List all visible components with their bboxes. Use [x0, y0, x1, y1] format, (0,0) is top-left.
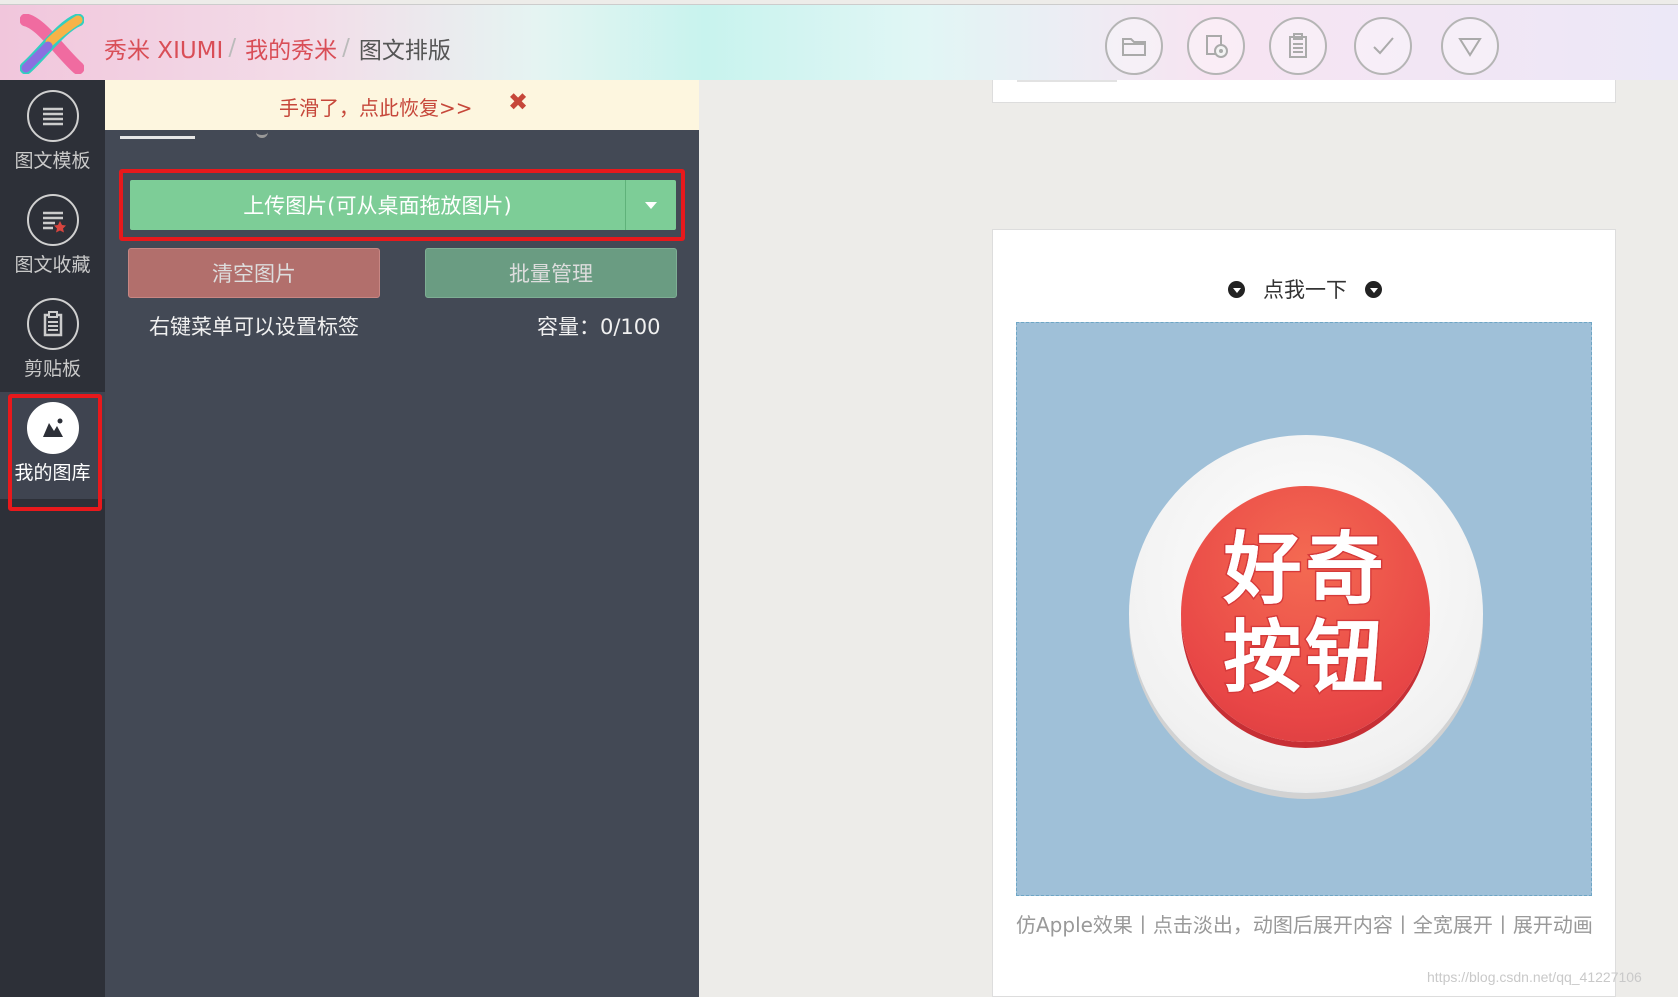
gallery-panel: 手滑了，点此恢复>> ✖ 上传图片(可从桌面拖放图片) 清空图片 批量管理 右键… — [105, 80, 699, 997]
button-text-line: 按钮 — [1222, 613, 1388, 704]
breadcrumb-separator: / — [228, 35, 237, 61]
tag-hint-text: 右键菜单可以设置标签 — [149, 315, 359, 339]
preview-icon — [1206, 35, 1228, 58]
clear-images-button[interactable]: 清空图片 — [128, 248, 380, 298]
batch-manage-button[interactable]: 批量管理 — [425, 248, 677, 298]
click-me-toggle[interactable]: 点我一下 — [993, 274, 1617, 304]
sidebar-item-clipboard[interactable]: 剪贴板 — [0, 288, 105, 392]
sidebar-item-label: 图文模板 — [14, 150, 91, 172]
upload-image-button-group: 上传图片(可从桌面拖放图片) — [130, 180, 676, 230]
list-icon — [26, 90, 79, 142]
save-check-button[interactable] — [1354, 17, 1412, 75]
upload-options-dropdown[interactable] — [625, 180, 676, 230]
breadcrumb-current: 图文排版 — [358, 38, 451, 64]
upload-image-button[interactable]: 上传图片(可从桌面拖放图片) — [130, 180, 625, 230]
template-caption: 仿Apple效果丨点击淡出，动图后展开内容丨全宽展开丨展开动画 — [1016, 913, 1593, 937]
capacity-counter: 容量：0/100 — [537, 315, 661, 339]
preview-card: 点我一下 好奇 按钮 仿Apple效果丨点击淡出，动图后展开内容丨全宽展开丨展开… — [992, 229, 1616, 997]
arrow-down-circle-icon — [1365, 280, 1382, 298]
breadcrumb-separator: / — [342, 35, 350, 61]
watermark: https://blog.csdn.net/qq_41227106 — [1427, 969, 1642, 985]
sidebar-item-favorites[interactable]: 图文收藏 — [0, 184, 105, 288]
top-header: 秀米 XIUMI / 我的秀米 / 图文排版 — [0, 4, 1678, 80]
button-outer-ring: 好奇 按钮 — [1129, 435, 1483, 793]
active-tab-indicator — [120, 136, 195, 139]
gallery-icon — [26, 402, 79, 454]
folder-icon — [1122, 38, 1146, 56]
sidebar-item-label: 剪贴板 — [23, 358, 81, 380]
left-sidebar: 图文模板 图文收藏 剪贴板 我的图库 — [0, 80, 105, 997]
sidebar-item-label: 我的图库 — [14, 462, 91, 484]
sidebar-item-gallery[interactable]: 我的图库 — [0, 392, 105, 499]
clipboard-button[interactable] — [1269, 17, 1327, 75]
breadcrumb-home[interactable]: 秀米 XIUMI — [104, 31, 223, 65]
click-me-label: 点我一下 — [1263, 278, 1347, 302]
xiumi-logo-icon[interactable] — [19, 13, 85, 75]
undo-notice-bar: 手滑了，点此恢复>> ✖ — [105, 80, 699, 130]
more-menu-button[interactable] — [1441, 17, 1499, 75]
preview-button[interactable] — [1187, 17, 1245, 75]
undo-restore-link[interactable]: 手滑了，点此恢复>> — [279, 92, 473, 121]
check-icon — [1373, 37, 1394, 55]
header-toolbar — [1105, 17, 1499, 75]
sidebar-item-templates[interactable]: 图文模板 — [0, 80, 105, 184]
folder-button[interactable] — [1105, 17, 1163, 75]
clipboard-icon — [26, 298, 79, 350]
button-text-line: 好奇 — [1222, 525, 1388, 616]
previous-card-bottom — [992, 80, 1616, 103]
curious-button-image[interactable]: 好奇 按钮 — [1016, 322, 1592, 896]
button-text: 好奇 按钮 — [1211, 525, 1401, 704]
button-red-face: 好奇 按钮 — [1181, 486, 1430, 742]
clipboard-icon — [1289, 33, 1307, 58]
chevron-down-icon — [645, 201, 657, 209]
favorites-icon — [26, 194, 79, 246]
arrow-down-circle-icon — [1228, 280, 1245, 298]
divider — [1017, 80, 1117, 82]
breadcrumb: 秀米 XIUMI / 我的秀米 / 图文排版 — [104, 31, 451, 65]
sidebar-item-label: 图文收藏 — [14, 254, 91, 276]
breadcrumb-my-xiumi[interactable]: 我的秀米 — [245, 31, 337, 65]
close-icon[interactable]: ✖ — [508, 88, 528, 116]
dropdown-triangle-icon — [1458, 38, 1482, 57]
